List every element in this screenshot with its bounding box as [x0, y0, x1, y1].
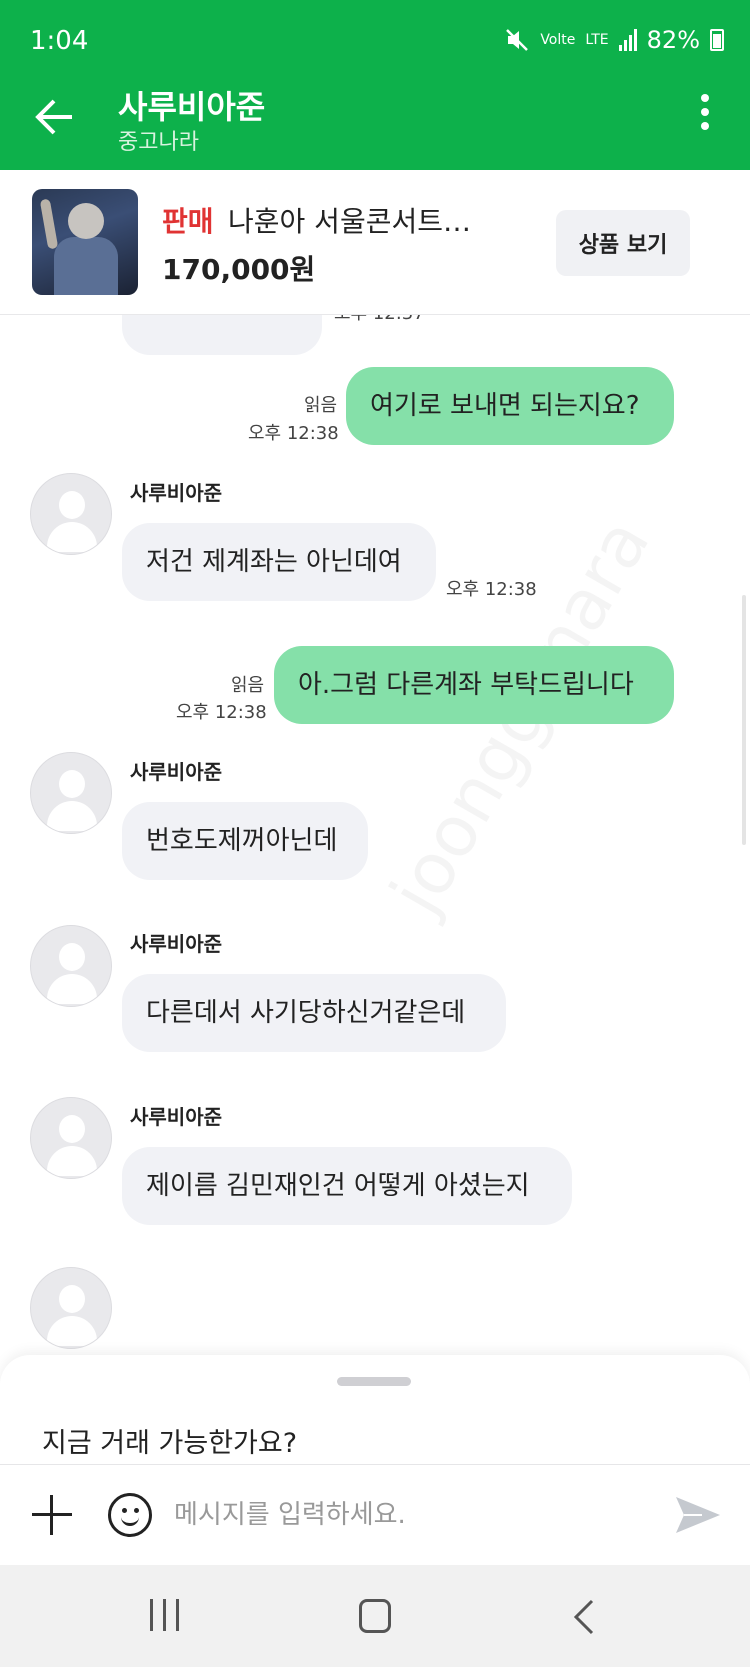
mute-icon	[506, 29, 529, 51]
message-bubble-in	[122, 315, 322, 355]
signal-icon	[618, 29, 637, 51]
avatar[interactable]	[30, 925, 112, 1007]
sender-name: 사루비아준	[130, 760, 222, 784]
nav-back-icon[interactable]	[570, 1599, 600, 1635]
recent-apps-icon[interactable]	[150, 1599, 182, 1633]
read-receipt: 읽음	[231, 675, 265, 696]
battery-label: 82%	[646, 26, 700, 54]
message-time: 오후 12:38	[176, 702, 267, 723]
app-subtitle: 중고나라	[118, 130, 199, 155]
avatar[interactable]	[30, 1097, 112, 1179]
message-composer	[0, 1465, 750, 1565]
avatar[interactable]	[30, 752, 112, 834]
status-icons: Volte LTE 82%	[504, 26, 724, 54]
message-bubble-in: 번호도제꺼아닌데	[122, 802, 368, 880]
message-input[interactable]	[174, 1485, 644, 1545]
message-bubble-out: 아.그럼 다른계좌 부탁드립니다	[274, 646, 674, 724]
plus-icon[interactable]	[30, 1493, 74, 1537]
message-bubble-in: 저건 제계좌는 아닌데여	[122, 523, 436, 601]
read-receipt: 읽음	[304, 395, 338, 416]
sender-name: 사루비아준	[130, 932, 222, 956]
back-arrow-icon[interactable]	[30, 92, 80, 142]
message-time: 오후 12:37	[334, 315, 425, 325]
sale-status-badge: 판매	[162, 205, 214, 238]
app-header: 사루비아준 중고나라	[0, 80, 750, 170]
message-bubble-out: 여기로 보내면 되는지요?	[346, 367, 674, 445]
product-title: 나훈아 서울콘서트…	[228, 205, 471, 238]
avatar[interactable]	[30, 473, 112, 555]
system-nav-bar	[0, 1565, 750, 1667]
quick-reply-sheet: 지금 거래 가능한가요?	[0, 1355, 750, 1465]
scrollbar[interactable]	[742, 595, 746, 845]
avatar[interactable]	[30, 1267, 112, 1349]
network-label: LTE	[585, 32, 609, 48]
more-vertical-icon[interactable]	[690, 90, 720, 140]
status-bar: 1:04 Volte LTE 82%	[0, 0, 750, 80]
status-time: 1:04	[30, 26, 89, 56]
message-bubble-in: 다른데서 사기당하신거같은데	[122, 974, 506, 1052]
emoji-icon[interactable]	[108, 1493, 152, 1537]
volte-label: Volte	[540, 32, 576, 48]
sender-name: 사루비아준	[130, 1105, 222, 1129]
quick-reply-suggestion[interactable]: 지금 거래 가능한가요?	[42, 1421, 297, 1460]
sheet-drag-handle[interactable]	[337, 1377, 411, 1386]
view-product-button[interactable]: 상품 보기	[556, 210, 690, 276]
message-time: 오후 12:38	[446, 579, 537, 600]
product-price: 170,000원	[162, 253, 316, 286]
chat-partner-name: 사루비아준	[118, 88, 266, 126]
message-time: 오후 12:38	[248, 423, 339, 444]
sender-name: 사루비아준	[130, 481, 222, 505]
product-summary[interactable]: 판매 나훈아 서울콘서트… 170,000원 상품 보기	[0, 170, 750, 315]
home-icon[interactable]	[359, 1599, 391, 1633]
chat-messages[interactable]: joonggonara 오후 12:37 읽음 오후 12:38 여기로 보내면…	[0, 315, 750, 1355]
send-icon[interactable]	[672, 1489, 724, 1541]
battery-icon	[710, 29, 724, 51]
message-bubble-in: 제이름 김민재인건 어떻게 아셨는지	[122, 1147, 572, 1225]
product-thumbnail[interactable]	[32, 189, 138, 295]
